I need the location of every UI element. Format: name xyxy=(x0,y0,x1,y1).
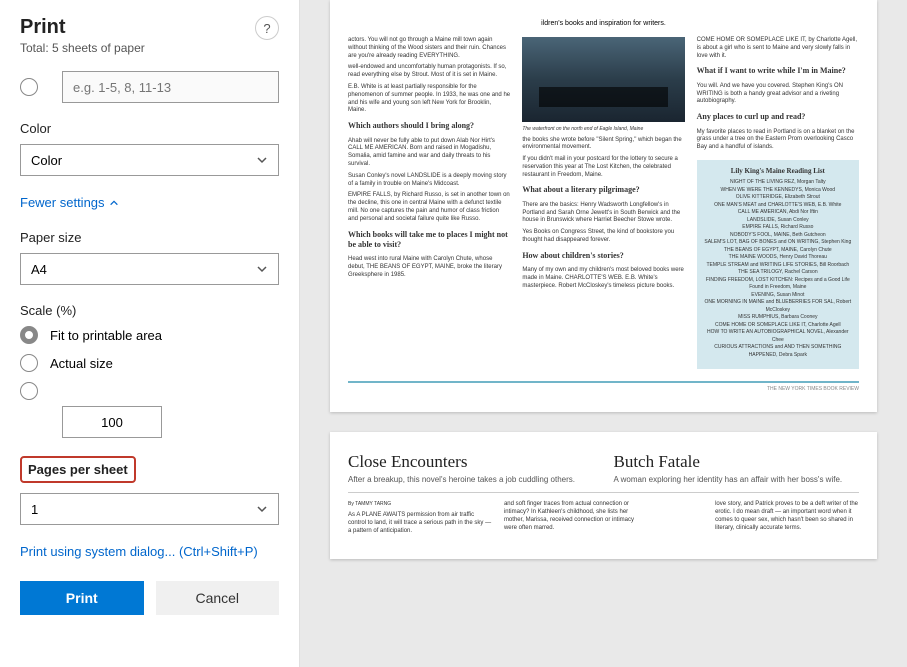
color-label: Color xyxy=(20,121,279,136)
color-value: Color xyxy=(31,153,62,168)
sheet-count: Total: 5 sheets of paper xyxy=(20,41,145,55)
help-icon[interactable]: ? xyxy=(255,16,279,40)
preview-photo xyxy=(522,37,684,122)
pages-custom-radio[interactable] xyxy=(20,78,38,96)
system-dialog-link[interactable]: Print using system dialog... (Ctrl+Shift… xyxy=(20,544,258,559)
chevron-down-icon xyxy=(256,154,268,166)
scale-actual-radio[interactable]: Actual size xyxy=(20,354,279,372)
paper-size-dropdown[interactable]: A4 xyxy=(20,253,279,285)
scale-fit-radio[interactable]: Fit to printable area xyxy=(20,326,279,344)
chevron-up-icon xyxy=(109,198,119,208)
cancel-button[interactable]: Cancel xyxy=(156,581,280,615)
print-preview-area: ildren's books and inspiration for write… xyxy=(300,0,907,667)
preview-page-2: Close Encounters After a breakup, this n… xyxy=(330,432,877,559)
article-2-title: Butch Fatale xyxy=(614,452,860,472)
paper-size-label: Paper size xyxy=(20,230,279,245)
pages-per-sheet-label: Pages per sheet xyxy=(28,462,128,477)
reading-list-box: Lily King's Maine Reading List NIGHT OF … xyxy=(697,160,859,370)
print-button[interactable]: Print xyxy=(20,581,144,615)
color-dropdown[interactable]: Color xyxy=(20,144,279,176)
pages-per-sheet-dropdown[interactable]: 1 xyxy=(20,493,279,525)
article-1-title: Close Encounters xyxy=(348,452,594,472)
scale-value-input[interactable] xyxy=(62,406,162,438)
dialog-title: Print xyxy=(20,16,145,39)
pages-per-sheet-value: 1 xyxy=(31,502,38,517)
chevron-down-icon xyxy=(256,263,268,275)
paper-size-value: A4 xyxy=(31,262,47,277)
pages-input[interactable] xyxy=(62,71,279,103)
pages-per-sheet-highlight: Pages per sheet xyxy=(20,456,136,483)
fewer-settings-link[interactable]: Fewer settings xyxy=(20,195,119,210)
scale-label: Scale (%) xyxy=(20,303,279,318)
preview-page-1: ildren's books and inspiration for write… xyxy=(330,0,877,412)
chevron-down-icon xyxy=(256,503,268,515)
scale-custom-radio[interactable] xyxy=(20,382,279,400)
